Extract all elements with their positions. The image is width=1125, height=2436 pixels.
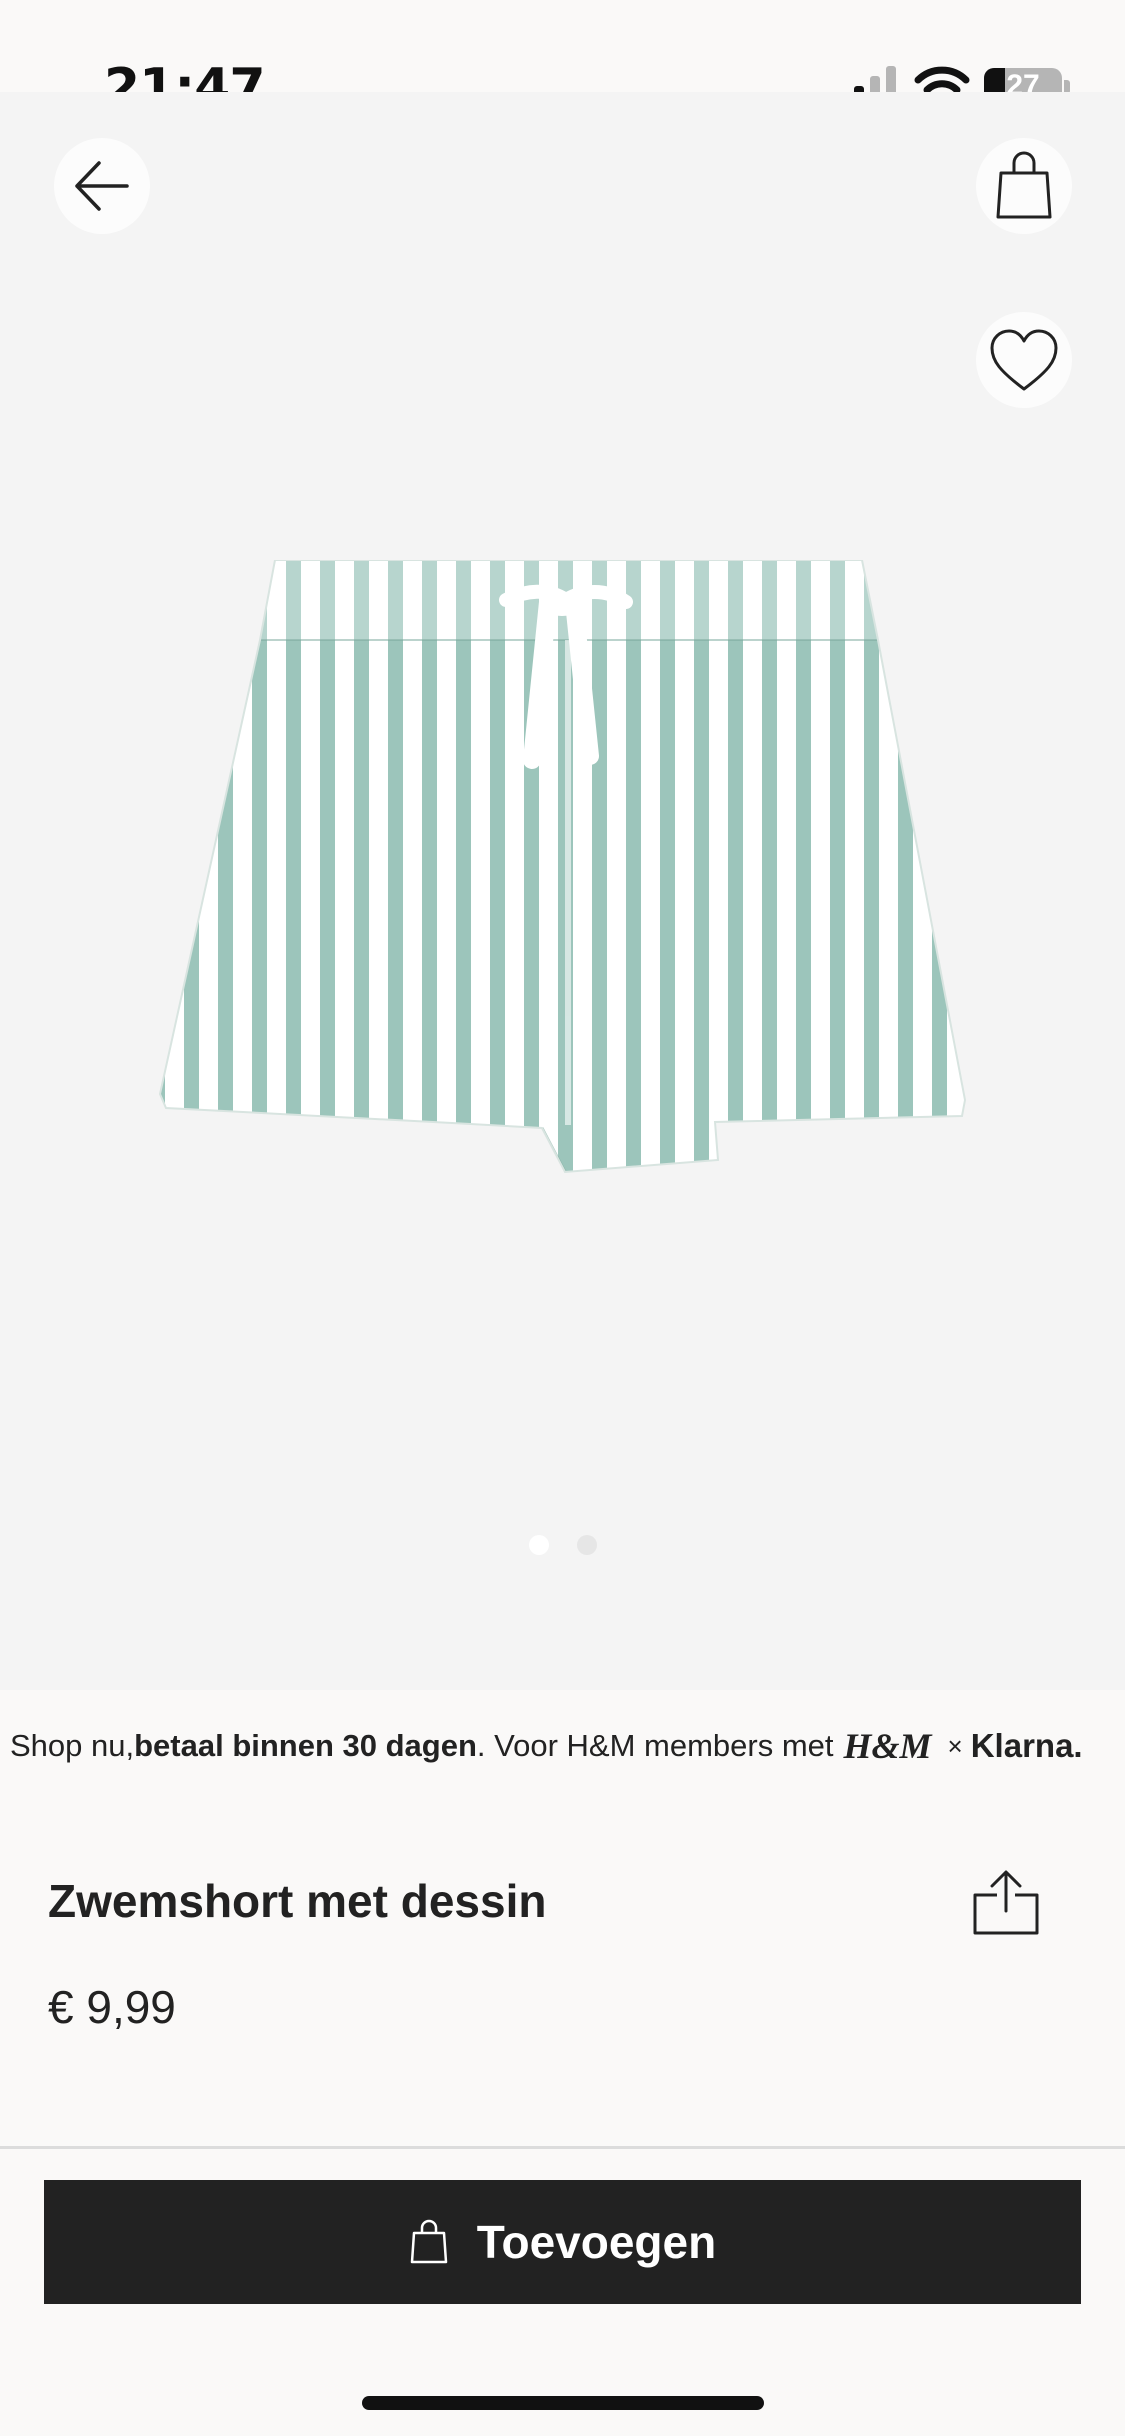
product-image[interactable] xyxy=(150,560,980,1260)
product-title: Zwemshort met dessin xyxy=(48,1875,547,1927)
divider xyxy=(0,2146,1125,2149)
times-sign: × xyxy=(947,1730,963,1761)
klarna-text-2: . Voor H&M members met xyxy=(476,1728,834,1763)
add-to-bag-button[interactable]: Toevoegen xyxy=(44,2180,1081,2304)
arrow-left-icon xyxy=(75,161,129,211)
favorite-button[interactable] xyxy=(976,312,1072,408)
image-pagination[interactable] xyxy=(0,1535,1125,1555)
share-button[interactable] xyxy=(966,1862,1046,1942)
klarna-text-bold: betaal binnen 30 dagen xyxy=(134,1728,477,1763)
shopping-bag-button[interactable] xyxy=(976,138,1072,234)
home-indicator[interactable] xyxy=(362,2396,764,2410)
heart-icon xyxy=(990,329,1058,391)
shopping-bag-icon xyxy=(410,2219,448,2264)
hm-logo: H&M xyxy=(843,1726,932,1766)
add-to-bag-label: Toevoegen xyxy=(476,2216,717,2268)
pagination-dot-1[interactable] xyxy=(528,1535,549,1555)
klarna-text-1: Shop nu, xyxy=(10,1728,135,1763)
shopping-bag-icon xyxy=(996,151,1052,219)
pagination-dot-2[interactable] xyxy=(576,1535,597,1555)
status-bar: 21:47 27 xyxy=(0,0,1125,118)
product-gallery[interactable] xyxy=(0,92,1125,1690)
klarna-logo: Klarna. xyxy=(970,1727,1083,1764)
product-price: € 9,99 xyxy=(48,1981,176,2033)
back-button[interactable] xyxy=(54,138,150,234)
klarna-banner[interactable]: Shop nu, betaal binnen 30 dagen . Voor H… xyxy=(0,1690,1125,1802)
share-icon xyxy=(973,1870,1039,1935)
